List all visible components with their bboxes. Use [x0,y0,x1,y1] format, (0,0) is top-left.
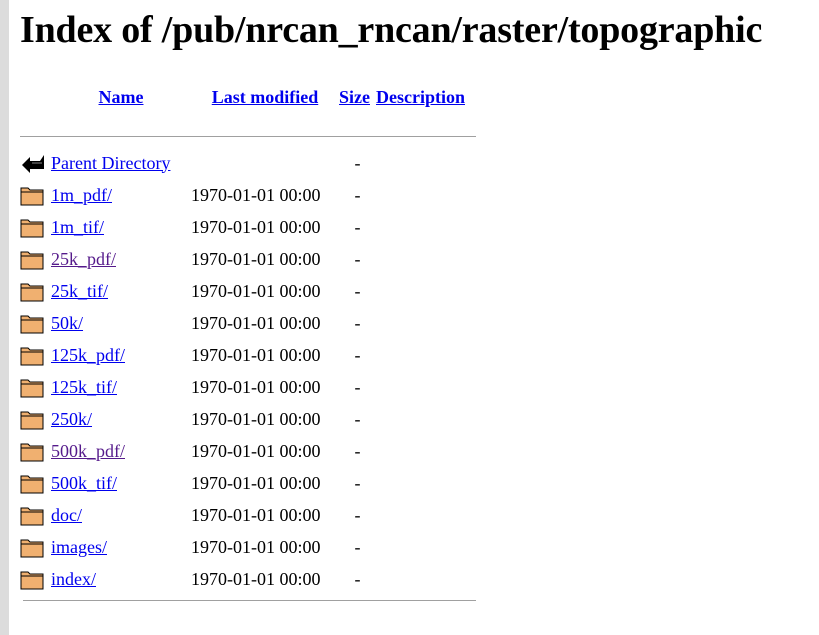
sort-by-size-link[interactable]: Size [339,87,370,107]
directory-row: index/1970-01-01 00:00 - [20,563,476,595]
folder-icon [20,571,44,590]
description-cell [376,179,476,211]
size-cell: - [354,504,361,525]
directory-link[interactable]: 125k_pdf/ [51,345,125,365]
size-header: Size [339,86,376,108]
last-modified-cell: 1970-01-01 00:00 [191,568,321,589]
directory-link[interactable]: doc/ [51,505,82,525]
back-arrow-icon [22,155,44,173]
directory-link[interactable]: 250k/ [51,409,92,429]
directory-row: 25k_tif/1970-01-01 00:00 - [20,275,476,307]
size-cell: - [354,472,361,493]
folder-icon [20,507,44,526]
last-modified-cell: 1970-01-01 00:00 [191,440,321,461]
directory-row: 500k_tif/1970-01-01 00:00 - [20,467,476,499]
last-modified-cell: 1970-01-01 00:00 [191,408,321,429]
last-modified-cell: 1970-01-01 00:00 [191,184,321,205]
folder-icon [20,283,44,302]
last-modified-cell: 1970-01-01 00:00 [191,312,321,333]
sort-by-last-modified-link[interactable]: Last modified [212,87,319,107]
folder-icon [20,475,44,494]
description-cell [376,243,476,275]
folder-icon [20,443,44,462]
header-separator-row [20,108,476,147]
last-modified-cell: 1970-01-01 00:00 [191,344,321,365]
sort-by-description-link[interactable]: Description [376,87,465,107]
folder-icon [20,347,44,366]
directory-row: doc/1970-01-01 00:00 - [20,499,476,531]
directory-row: 125k_pdf/1970-01-01 00:00 - [20,339,476,371]
directory-link[interactable]: 50k/ [51,313,83,333]
folder-icon [20,315,44,334]
size-cell: - [354,440,361,461]
description-cell [376,211,476,243]
directory-row: 50k/1970-01-01 00:00 - [20,307,476,339]
directory-link[interactable]: 500k_pdf/ [51,441,125,461]
directory-link[interactable]: 25k_tif/ [51,281,108,301]
description-cell [376,339,476,371]
size-cell: - [354,280,361,301]
description-cell [376,563,476,595]
directory-link[interactable]: 500k_tif/ [51,473,117,493]
size-cell: - [354,344,361,365]
directory-listing: Name Last modified Size Description Pare… [20,86,476,595]
size-cell: - [354,216,361,237]
directory-row: 25k_pdf/1970-01-01 00:00 - [20,243,476,275]
directory-row: 250k/1970-01-01 00:00 - [20,403,476,435]
last-modified-cell: 1970-01-01 00:00 [191,536,321,557]
size-cell: - [354,152,361,173]
directory-row: 500k_pdf/1970-01-01 00:00 - [20,435,476,467]
last-modified-cell: 1970-01-01 00:00 [191,376,321,397]
directory-link[interactable]: 25k_pdf/ [51,249,116,269]
description-cell [376,275,476,307]
last-modified-cell: 1970-01-01 00:00 [191,504,321,525]
directory-link[interactable]: images/ [51,537,107,557]
last-modified-cell: 1970-01-01 00:00 [191,216,321,237]
directory-link[interactable]: 1m_pdf/ [51,185,112,205]
directory-row: 1m_tif/1970-01-01 00:00 - [20,211,476,243]
directory-row: images/1970-01-01 00:00 - [20,531,476,563]
directory-link[interactable]: 1m_tif/ [51,217,104,237]
footer-horizontal-rule [23,600,476,601]
horizontal-rule [20,135,476,137]
folder-icon [20,187,44,206]
directory-link[interactable]: index/ [51,569,96,589]
window-left-edge [0,0,9,635]
folder-icon [20,379,44,398]
sort-by-name-link[interactable]: Name [99,87,144,107]
parent-directory-row: Parent Directory - [20,147,476,179]
name-header: Name [51,86,191,108]
description-cell [376,499,476,531]
size-cell: - [354,568,361,589]
size-cell: - [354,376,361,397]
size-cell: - [354,536,361,557]
description-cell [376,307,476,339]
size-cell: - [354,312,361,333]
description-header: Description [376,86,476,108]
description-cell [376,435,476,467]
page-title: Index of /pub/nrcan_rncan/raster/topogra… [20,9,763,51]
size-cell: - [354,184,361,205]
folder-icon [20,219,44,238]
directory-link[interactable]: 125k_tif/ [51,377,117,397]
size-cell: - [354,408,361,429]
folder-icon [20,411,44,430]
description-cell [376,467,476,499]
header-row: Name Last modified Size Description [20,86,476,108]
folder-icon [20,539,44,558]
icon-header [20,86,51,108]
last-modified-cell: 1970-01-01 00:00 [191,472,321,493]
last-modified-cell: 1970-01-01 00:00 [191,248,321,269]
description-cell [376,531,476,563]
description-cell [376,371,476,403]
last-modified-cell: 1970-01-01 00:00 [191,280,321,301]
folder-icon [20,251,44,270]
size-cell: - [354,248,361,269]
parent-directory-link[interactable]: Parent Directory [51,153,170,173]
directory-row: 125k_tif/1970-01-01 00:00 - [20,371,476,403]
directory-row: 1m_pdf/1970-01-01 00:00 - [20,179,476,211]
last-modified-header: Last modified [191,86,339,108]
description-cell [376,403,476,435]
